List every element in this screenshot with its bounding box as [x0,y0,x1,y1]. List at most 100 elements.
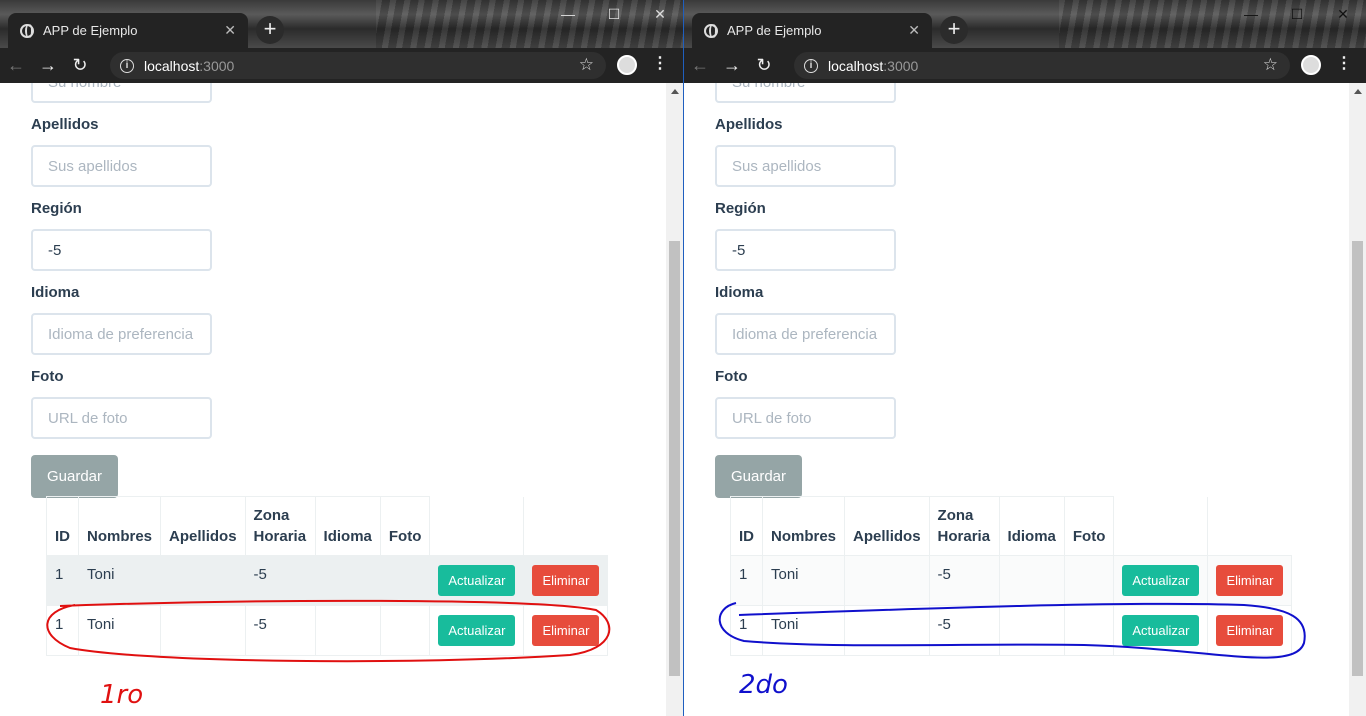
column-header: Nombres [77,496,162,556]
cell-nombres: Toni [761,555,846,606]
info-icon[interactable]: i [120,58,134,73]
cell-apellidos [844,555,930,606]
cell-update: Actualizar [1113,605,1209,656]
region-input[interactable]: -5 [31,229,212,271]
column-header: Idioma [998,496,1065,556]
tab-close-icon[interactable]: ✕ [908,22,920,39]
scrollbar-thumb[interactable] [1352,241,1363,676]
forward-button[interactable]: → [32,55,64,76]
reload-button[interactable]: ↻ [64,55,96,76]
browser-tab[interactable]: APP de Ejemplo ✕ [8,13,248,48]
region-input[interactable]: -5 [715,229,896,271]
update-button[interactable]: Actualizar [438,615,516,646]
profile-avatar[interactable] [617,55,637,75]
column-header: Foto [379,496,431,556]
cell-foto [1063,605,1115,656]
vertical-scrollbar[interactable] [1349,83,1366,716]
new-tab-button[interactable]: + [940,16,968,44]
cell-id: 1 [730,605,763,656]
new-tab-button[interactable]: + [256,16,284,44]
delete-button[interactable]: Eliminar [1216,615,1284,646]
browser-menu-icon[interactable]: ⋮ [652,53,668,73]
scroll-up-icon[interactable] [671,89,679,94]
close-window-button[interactable]: ✕ [1320,0,1366,30]
delete-button[interactable]: Eliminar [1216,565,1284,596]
maximize-button[interactable]: ☐ [1274,0,1320,30]
maximize-button[interactable]: ☐ [591,0,637,30]
cell-zona: -5 [928,605,1000,656]
minimize-button[interactable]: — [1228,0,1274,30]
users-table: ID Nombres Apellidos Zona Horaria Idioma… [46,496,609,656]
address-bar[interactable]: i localhost:3000 ☆ [110,52,606,79]
foto-input[interactable]: URL de foto [715,397,896,439]
apellidos-input[interactable]: Sus apellidos [715,145,896,187]
idioma-input[interactable]: Idioma de preferencia [31,313,212,355]
update-button[interactable]: Actualizar [1122,615,1200,646]
window-controls: — ☐ ✕ [545,0,683,30]
apellidos-label: Apellidos [31,115,99,133]
browser-tab[interactable]: APP de Ejemplo ✕ [692,13,932,48]
table-row: 1 Toni -5 Actualizar Eliminar [730,555,1293,606]
apellidos-input[interactable]: Sus apellidos [31,145,212,187]
tab-close-icon[interactable]: ✕ [224,22,236,39]
cell-apellidos [844,605,930,656]
cell-id: 1 [46,605,79,656]
table-header-row: ID Nombres Apellidos Zona Horaria Idioma… [46,496,608,556]
save-button[interactable]: Guardar [31,455,118,498]
table-row: 1 Toni -5 Actualizar Eliminar [46,555,609,606]
nombre-input[interactable]: Su nombre [715,83,896,103]
column-header: Apellidos [844,496,930,556]
scrollbar-thumb[interactable] [669,241,680,676]
vertical-scrollbar[interactable] [666,83,683,716]
scroll-up-icon[interactable] [1354,89,1362,94]
cell-nombres: Toni [761,605,846,656]
column-header: Apellidos [160,496,246,556]
back-button[interactable]: ← [0,55,32,76]
url-port: :3000 [883,57,919,74]
close-window-button[interactable]: ✕ [637,0,683,30]
window-controls: — ☐ ✕ [1228,0,1366,30]
cell-delete: Eliminar [1207,605,1293,656]
delete-button[interactable]: Eliminar [532,615,600,646]
cell-delete: Eliminar [1207,555,1293,606]
cell-idioma [998,605,1065,656]
profile-avatar[interactable] [1301,55,1321,75]
forward-button[interactable]: → [716,55,748,76]
address-bar[interactable]: i localhost:3000 ☆ [794,52,1290,79]
cell-id: 1 [46,555,79,606]
delete-button[interactable]: Eliminar [532,565,600,596]
nombre-input[interactable]: Su nombre [31,83,212,103]
save-button[interactable]: Guardar [715,455,802,498]
cell-update: Actualizar [1113,555,1209,606]
apellidos-label: Apellidos [715,115,783,133]
cell-zona: -5 [244,605,316,656]
browser-window-right: APP de Ejemplo ✕ + — ☐ ✕ ← → ↻ i localho… [683,0,1366,716]
globe-icon [704,23,718,38]
idioma-input[interactable]: Idioma de preferencia [715,313,896,355]
annotation-label: 2do [739,670,788,700]
url-port: :3000 [199,57,235,74]
bookmark-star-icon[interactable]: ☆ [579,55,594,75]
actions-header [429,496,524,556]
minimize-button[interactable]: — [545,0,591,30]
region-label: Región [31,199,82,217]
tab-title: APP de Ejemplo [43,23,138,38]
foto-input[interactable]: URL de foto [31,397,212,439]
column-header: ID [730,496,763,556]
bookmark-star-icon[interactable]: ☆ [1263,55,1278,75]
browser-menu-icon[interactable]: ⋮ [1336,53,1352,73]
update-button[interactable]: Actualizar [438,565,516,596]
back-button[interactable]: ← [684,55,716,76]
update-button[interactable]: Actualizar [1122,565,1200,596]
cell-nombres: Toni [77,555,162,606]
info-icon[interactable]: i [804,58,818,73]
cell-idioma [314,555,381,606]
cell-update: Actualizar [429,605,525,656]
foto-label: Foto [715,367,748,385]
user-form: Su nombre Apellidos Sus apellidos Región… [31,83,212,498]
browser-toolbar: ← → ↻ i localhost:3000 ☆ ⋮ [0,48,683,83]
foto-label: Foto [31,367,64,385]
reload-button[interactable]: ↻ [748,55,780,76]
column-header: Foto [1063,496,1115,556]
actions-header [523,496,608,556]
